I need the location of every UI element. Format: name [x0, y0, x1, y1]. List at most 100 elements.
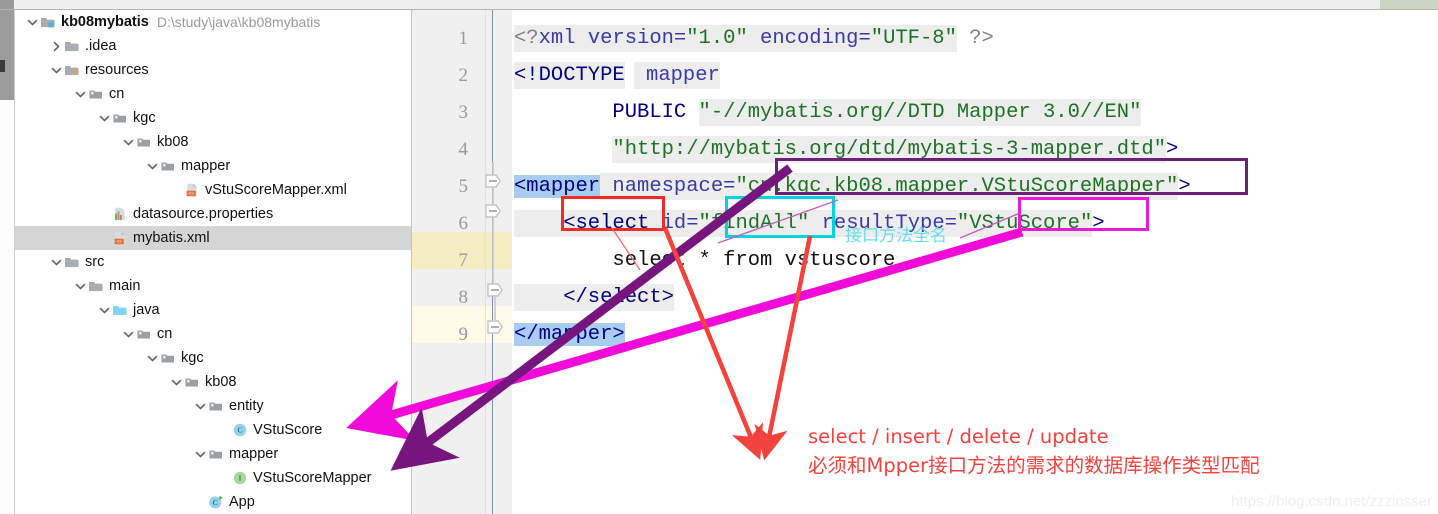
svg-text:<>: <>	[117, 239, 123, 244]
chevron-down-icon[interactable]	[121, 130, 135, 154]
code-token: xml version=	[538, 27, 687, 50]
package-icon	[135, 130, 153, 154]
tree-row-kgc[interactable]: kgc	[15, 346, 411, 370]
tree-row-cn[interactable]: cn	[15, 322, 411, 346]
chevron-down-icon[interactable]	[193, 394, 207, 418]
folder-icon	[87, 274, 105, 298]
tree-item-label: VStuScore	[253, 422, 323, 438]
code-token: "UTF-8"	[870, 27, 957, 50]
code-line-5: <mapper namespace="cn.kgc.kb08.mapper.VS…	[514, 168, 1191, 205]
tree-item-label: main	[109, 278, 141, 294]
line-number-gutter: 1 2 3 4 5 6 7 8 9	[412, 10, 486, 514]
tree-item-label: mapper	[229, 446, 279, 462]
chevron-down-icon[interactable]	[169, 370, 183, 394]
tree-row-kb08[interactable]: kb08	[15, 130, 411, 154]
tree-row-src[interactable]: src	[15, 250, 411, 274]
code-token: >	[1092, 212, 1105, 235]
package-icon	[159, 346, 177, 370]
line-number: 2	[458, 65, 469, 86]
code-line-6: <select id="findAll" resultType="VStuSco…	[514, 205, 1105, 242]
tree-row-mapper[interactable]: mapper	[15, 154, 411, 178]
chevron-down-icon[interactable]	[121, 322, 135, 346]
code-token: <!DOCTYPE	[514, 64, 625, 87]
fold-rail	[486, 10, 512, 514]
folder-icon	[63, 34, 81, 58]
tree-row-vstuscoremapper[interactable]: I VStuScoreMapper	[15, 466, 411, 490]
package-icon	[159, 154, 177, 178]
chevron-down-icon[interactable]	[73, 82, 87, 106]
tree-row-mybatis-xml[interactable]: <> mybatis.xml	[15, 226, 411, 250]
tree-item-label: datasource.properties	[133, 206, 274, 222]
red-annotation-line-1: select / insert / delete / update	[808, 425, 1109, 448]
class-icon: C	[231, 418, 249, 442]
chevron-down-icon[interactable]	[73, 274, 87, 298]
tree-item-label: resources	[85, 62, 149, 78]
tree-row-java[interactable]: java	[15, 298, 411, 322]
runnable-class-icon: C	[207, 490, 225, 514]
chevron-down-icon[interactable]	[49, 250, 63, 274]
tree-row-entity[interactable]: entity	[15, 394, 411, 418]
code-token: "	[698, 212, 711, 235]
line-number: 6	[458, 213, 469, 234]
code-token: cn.kgc.kb08.mapper.VStuScoreMapper	[747, 175, 1167, 198]
code-line-7: select * from vstuscore	[514, 249, 896, 272]
package-icon	[87, 82, 105, 106]
ide-window: kb08mybatis D:\study\java\kb08mybatis .ide…	[0, 0, 1438, 514]
fold-guide-line	[492, 10, 493, 514]
package-icon	[111, 106, 129, 130]
package-icon	[207, 442, 225, 466]
code-token: >	[1166, 138, 1179, 161]
chevron-down-icon[interactable]	[49, 58, 63, 82]
code-token: </select>	[514, 286, 674, 309]
chevron-down-icon[interactable]	[97, 106, 111, 130]
code-token: findAll	[710, 212, 797, 235]
chevron-right-icon[interactable]	[49, 34, 63, 58]
code-token: "	[735, 175, 748, 198]
resources-folder-icon	[63, 58, 81, 82]
tree-row-vstuscore[interactable]: C VStuScore	[15, 418, 411, 442]
chevron-down-icon[interactable]	[193, 442, 207, 466]
tree-item-path: D:\study\java\kb08mybatis	[156, 14, 321, 30]
chevron-down-icon[interactable]	[97, 298, 111, 322]
tree-row-mapper[interactable]: mapper	[15, 442, 411, 466]
fold-highlight-9	[486, 306, 512, 343]
tree-row-main[interactable]: main	[15, 274, 411, 298]
tree-row-vstuscoremapper-xml[interactable]: <> vStuScoreMapper.xml	[15, 178, 411, 202]
code-line-1: <?xml version="1.0" encoding="UTF-8" ?>	[514, 20, 994, 57]
folder-icon	[63, 250, 81, 274]
tree-row-idea[interactable]: .idea	[15, 34, 411, 58]
watermark: https://blog.csdn.net/zzzinsser	[1231, 493, 1432, 510]
tree-row-resources[interactable]: resources	[15, 58, 411, 82]
tree-item-label: entity	[229, 398, 264, 414]
code-token: VStuScore	[969, 212, 1080, 235]
tree-item-label: src	[85, 254, 105, 270]
chevron-down-icon[interactable]	[145, 346, 159, 370]
svg-text:<>: <>	[189, 191, 195, 196]
code-token: <select	[514, 212, 650, 235]
module-folder-icon	[39, 10, 57, 34]
chevron-down-icon[interactable]	[145, 154, 159, 178]
tree-row-app[interactable]: C App	[15, 490, 411, 514]
tree-item-label: java	[133, 302, 160, 318]
code-token: "-//mybatis.org//DTD Mapper 3.0//EN"	[698, 101, 1142, 124]
package-icon	[135, 322, 153, 346]
tool-window-rail-active[interactable]	[0, 10, 14, 100]
tree-row-kgc[interactable]: kgc	[15, 106, 411, 130]
project-tree-panel[interactable]: kb08mybatis D:\study\java\kb08mybatis .ide…	[15, 10, 412, 514]
tree-row-datasource-properties[interactable]: datasource.properties	[15, 202, 411, 226]
tree-row-kb08[interactable]: kb08	[15, 370, 411, 394]
tree-row-kb08mybatis[interactable]: kb08mybatis D:\study\java\kb08mybatis	[15, 10, 411, 34]
code-line-9: </mapper>	[514, 316, 625, 353]
code-token: PUBLIC	[514, 101, 699, 124]
tree-row-cn[interactable]: cn	[15, 82, 411, 106]
code-token: id=	[649, 212, 699, 235]
line-number: 9	[458, 324, 469, 345]
code-token: </mapper>	[514, 323, 625, 346]
xml-file-icon: <>	[183, 178, 201, 202]
chevron-down-icon[interactable]	[25, 10, 39, 34]
tree-item-label: mybatis.xml	[133, 230, 210, 246]
